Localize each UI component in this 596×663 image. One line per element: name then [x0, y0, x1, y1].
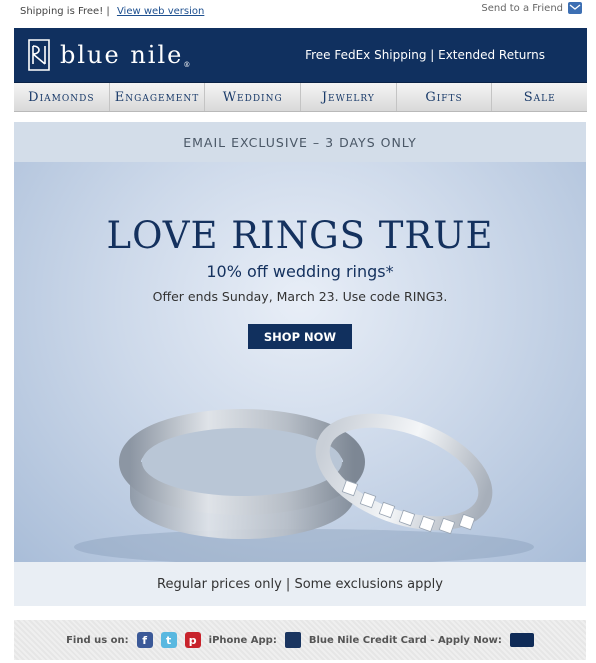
send-to-friend-label[interactable]: Send to a Friend [481, 3, 563, 14]
envelope-icon[interactable] [568, 2, 582, 14]
hero-banner[interactable]: EMAIL EXCLUSIVE – 3 DAYS ONLY LOVE RINGS… [14, 122, 586, 606]
shipping-text: Shipping is Free! | [20, 6, 110, 17]
brand-text: blue nile [60, 41, 184, 69]
credit-card-label: Blue Nile Credit Card - Apply Now: [308, 634, 502, 646]
nav-item-diamonds[interactable]: Diamonds [14, 83, 110, 111]
nav-item-engagement[interactable]: Engagement [110, 83, 206, 111]
main-nav: Diamonds Engagement Wedding Jewelry Gift… [14, 83, 587, 112]
facebook-icon[interactable]: f [136, 632, 153, 648]
send-to-friend[interactable]: Send to a Friend [481, 2, 582, 14]
wedding-rings-image [74, 409, 534, 562]
nav-item-sale[interactable]: Sale [492, 83, 587, 111]
social-footer: Find us on: f t p iPhone App: Blue Nile … [14, 620, 586, 660]
email-exclusive-band: EMAIL EXCLUSIVE – 3 DAYS ONLY [14, 122, 586, 162]
logo-mark-icon [28, 39, 50, 71]
rings-photo[interactable]: LOVE RINGS TRUE 10% off wedding rings* O… [14, 162, 586, 562]
view-web-version-link[interactable]: View web version [117, 6, 204, 17]
top-bar: Shipping is Free! | View web version Sen… [0, 0, 596, 26]
hero-title: LOVE RINGS TRUE [106, 214, 494, 257]
offer-text: Offer ends Sunday, March 23. Use code RI… [152, 289, 448, 304]
header-promo: Free FedEx Shipping | Extended Returns [305, 48, 545, 62]
find-us-label: Find us on: [66, 634, 129, 646]
site-header: blue nile® Free FedEx Shipping | Extende… [14, 28, 587, 85]
nav-item-jewelry[interactable]: Jewelry [301, 83, 397, 111]
nav-item-wedding[interactable]: Wedding [205, 83, 302, 111]
iphone-app-label: iPhone App: [208, 634, 277, 646]
shipping-notice: Shipping is Free! | View web version [20, 6, 204, 17]
registered-mark: ® [183, 61, 193, 69]
brand-name: blue nile® [60, 41, 192, 69]
hero-subtitle: 10% off wedding rings* [206, 262, 394, 281]
exclusions-note: Regular prices only | Some exclusions ap… [14, 562, 586, 606]
pinterest-icon[interactable]: p [184, 632, 201, 648]
credit-card-icon[interactable] [509, 633, 534, 647]
twitter-icon[interactable]: t [160, 632, 177, 648]
shop-now-button[interactable]: SHOP NOW [248, 324, 352, 349]
blue-nile-logo[interactable]: blue nile® [26, 38, 192, 72]
nav-item-gifts[interactable]: Gifts [397, 83, 493, 111]
iphone-app-icon[interactable] [284, 632, 301, 648]
